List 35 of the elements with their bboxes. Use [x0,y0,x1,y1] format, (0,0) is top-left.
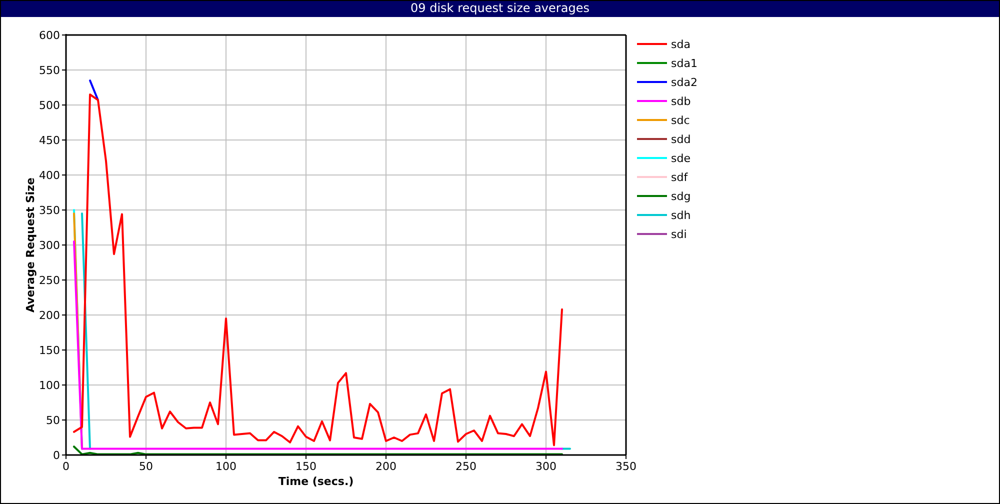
x-tick-label: 0 [62,460,70,473]
y-tick-label: 500 [39,99,60,112]
legend-label: sda [671,38,690,50]
legend-label: sda1 [671,56,698,70]
x-tick-label: 350 [616,460,636,473]
x-tick-label: 100 [216,460,236,473]
y-tick-label: 250 [39,274,60,287]
y-tick-label: 100 [39,379,60,392]
y-tick-label: 550 [39,64,60,77]
y-tick-label: 0 [53,449,60,462]
legend-label: sdi [671,228,687,240]
x-axis-title: Time (secs.) [278,475,354,488]
y-tick-label: 300 [39,239,60,252]
legend-label: sda2 [671,76,698,88]
y-tick-label: 350 [39,204,60,217]
x-tick-label: 150 [296,460,316,473]
legend-label: sdh [671,208,691,222]
y-tick-label: 400 [39,169,60,182]
legend-label: sdb [671,94,691,108]
legend-label: sde [671,152,690,164]
y-axis-title: Average Request Size [24,177,37,313]
x-tick-label: 300 [536,460,556,473]
legend-label: sdf [671,170,688,184]
chart-title: 09 disk request size averages [1,1,999,17]
legend-label: sdd [671,132,691,146]
y-tick-label: 450 [39,134,60,147]
legend-label: sdg [671,190,691,202]
y-tick-label: 200 [39,309,60,322]
y-tick-label: 150 [39,344,60,357]
x-tick-label: 250 [456,460,476,473]
x-tick-label: 200 [376,460,396,473]
y-tick-label: 50 [46,414,60,427]
legend-label: sdc [671,114,690,126]
x-tick-label: 50 [139,460,153,473]
y-tick-label: 600 [39,29,60,42]
